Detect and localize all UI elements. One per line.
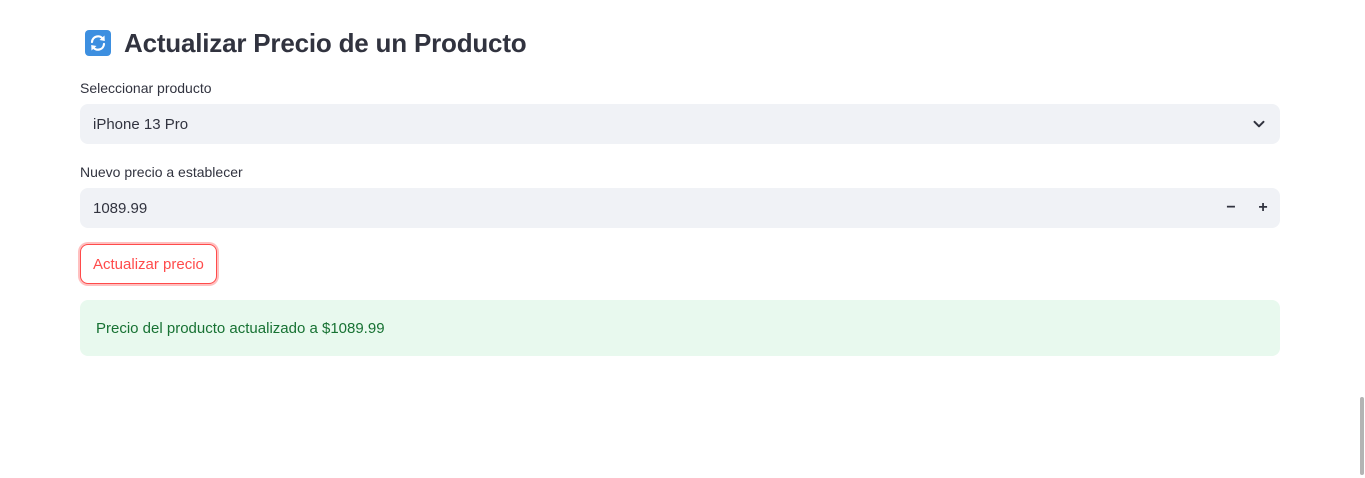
product-select[interactable]: iPhone 13 Pro — [80, 104, 1280, 144]
increment-button[interactable]: + — [1247, 188, 1279, 228]
decrement-button[interactable]: − — [1215, 188, 1247, 228]
price-number-field: − + — [80, 187, 1280, 229]
price-input-label: Nuevo precio a establecer — [80, 164, 243, 180]
price-input[interactable] — [80, 187, 1215, 229]
product-select-value: iPhone 13 Pro — [93, 115, 189, 133]
success-message: Precio del producto actualizado a $1089.… — [96, 319, 385, 337]
update-price-button[interactable]: Actualizar precio — [80, 244, 217, 284]
page-header: Actualizar Precio de un Producto — [85, 26, 527, 60]
product-select-label: Seleccionar producto — [80, 80, 212, 96]
success-alert: Precio del producto actualizado a $1089.… — [80, 300, 1280, 356]
arrows-cycle-icon — [85, 30, 111, 56]
chevron-down-icon — [1252, 117, 1266, 131]
page: Actualizar Precio de un Producto Selecci… — [0, 0, 1365, 478]
scrollbar-thumb[interactable] — [1360, 397, 1364, 475]
page-title: Actualizar Precio de un Producto — [124, 27, 527, 58]
